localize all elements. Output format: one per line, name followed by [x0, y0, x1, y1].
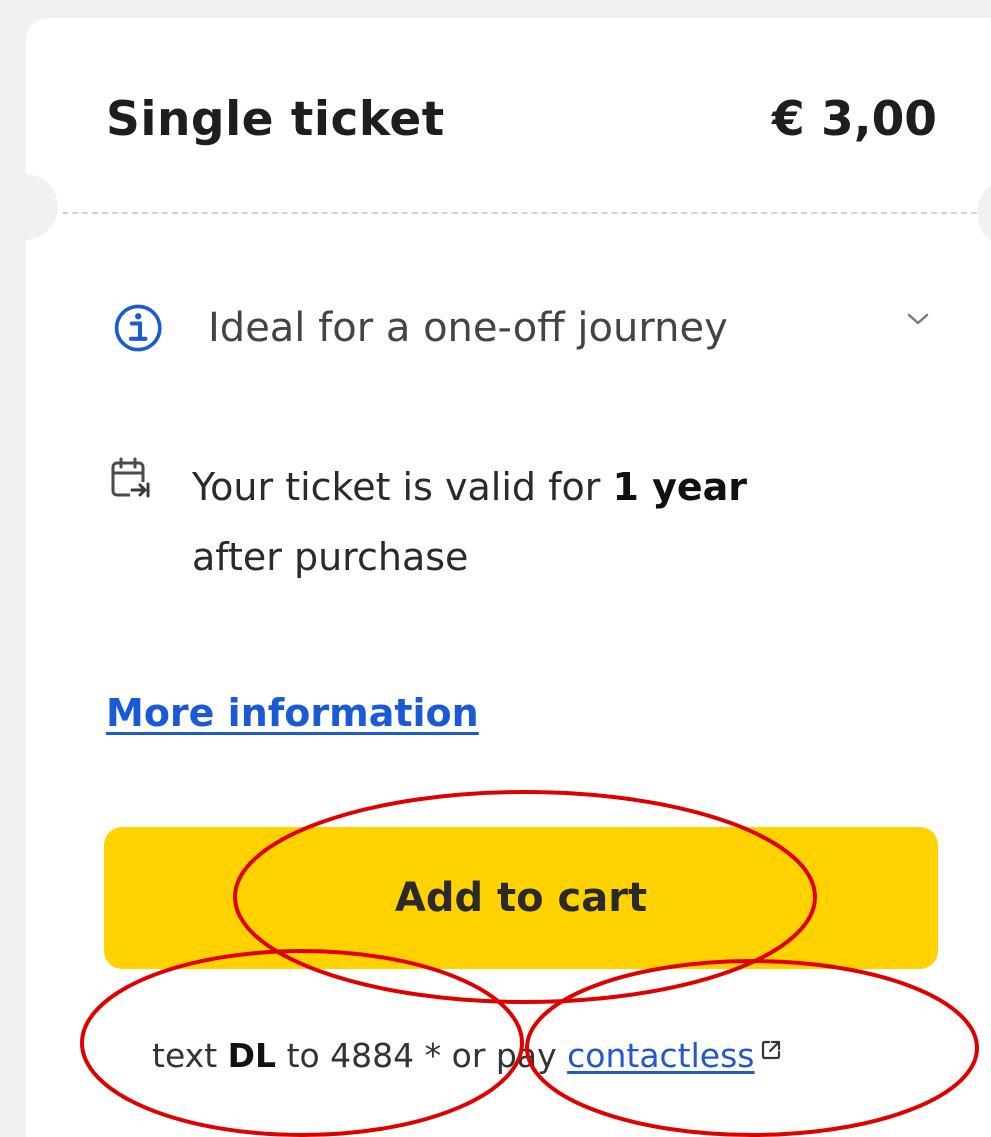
ticket-divider	[62, 212, 977, 214]
ticket-price: € 3,00	[771, 92, 937, 147]
calendar-icon	[111, 457, 150, 498]
info-icon	[114, 304, 162, 352]
chevron-down-icon[interactable]	[904, 308, 932, 330]
info-text: Ideal for a one-off journey	[208, 305, 728, 351]
ticket-title: Single ticket	[106, 92, 445, 147]
sms-payment-info: text DL to 4884 * or pay contactless	[152, 1032, 782, 1080]
external-link-icon[interactable]	[760, 1039, 782, 1061]
more-information-link[interactable]: More information	[106, 688, 479, 738]
contactless-link[interactable]: contactless	[567, 1036, 754, 1075]
validity-text: Your ticket is valid for 1 year after pur…	[192, 465, 748, 579]
info-accordion[interactable]: Ideal for a one-off journey	[104, 300, 944, 356]
add-to-cart-button[interactable]: Add to cart	[104, 827, 938, 969]
